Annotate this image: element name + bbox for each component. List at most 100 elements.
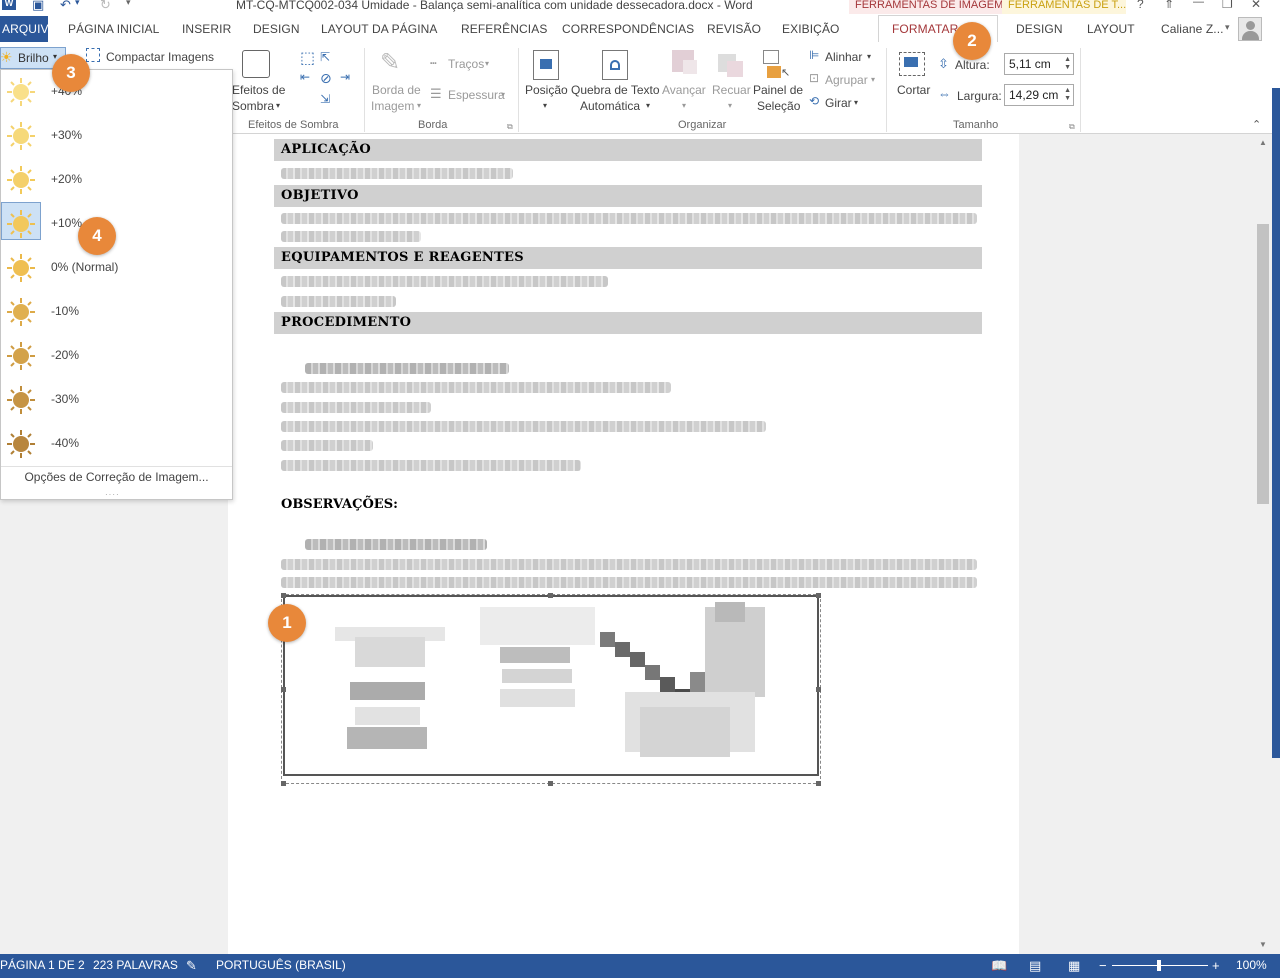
resize-handle[interactable] (548, 781, 553, 786)
redo-icon[interactable]: ↻ (100, 0, 111, 13)
tab-table-design[interactable]: DESIGN (1016, 22, 1063, 36)
wrap-text-icon (602, 50, 628, 80)
group-label-border: Borda (418, 119, 448, 131)
resize-handle[interactable] (816, 593, 821, 598)
selected-picture[interactable] (283, 595, 819, 776)
resize-handle[interactable] (281, 781, 286, 786)
wrap-text-button[interactable]: Quebra de Texto (571, 83, 660, 98)
page-indicator[interactable]: PÁGINA 1 DE 2 (0, 958, 85, 972)
tab-insert[interactable]: INSERIR (182, 22, 231, 36)
redacted-text (281, 382, 671, 393)
brightness-option-minus-20[interactable]: -20% (1, 334, 232, 378)
width-icon: ⇔ (938, 86, 951, 101)
zoom-level[interactable]: 100% (1236, 958, 1267, 972)
shadow-nudge-up-icon[interactable]: ⬚ (300, 48, 315, 68)
customize-toolbar-icon[interactable]: ▾ (126, 0, 131, 8)
scroll-down-icon[interactable]: ▼ (1259, 940, 1267, 949)
undo-dropdown-icon[interactable]: ▾ (75, 0, 80, 8)
resize-handle[interactable] (816, 781, 821, 786)
user-dropdown-icon[interactable]: ▾ (1225, 22, 1230, 33)
help-icon[interactable]: ? (1137, 0, 1144, 11)
word-logo-icon: W (2, 0, 16, 10)
shadow-nudge-down-icon[interactable]: ⇲ (320, 92, 330, 106)
send-backward-button[interactable]: Recuar (712, 83, 751, 98)
tab-table-layout[interactable]: LAYOUT (1087, 22, 1135, 36)
bring-forward-button[interactable]: Avançar (662, 83, 706, 98)
brightness-option-minus-40[interactable]: -40% (1, 422, 232, 466)
zoom-in-icon[interactable]: + (1212, 958, 1220, 973)
minimize-icon[interactable]: — (1193, 0, 1204, 8)
shadow-nudge-right-icon[interactable]: ⇥ (340, 70, 350, 84)
width-spinner-icon[interactable]: ▲ ▼ (1064, 87, 1071, 103)
weight-button[interactable]: Espessura (448, 88, 505, 103)
restore-icon[interactable]: ❐ (1222, 0, 1233, 11)
align-button[interactable]: Alinhar (825, 50, 862, 65)
tab-design[interactable]: DESIGN (253, 22, 300, 36)
dashes-button[interactable]: Traços (448, 57, 484, 72)
collapse-ribbon-icon[interactable]: ⌃ (1252, 118, 1261, 131)
height-spinner-icon[interactable]: ▲ ▼ (1064, 56, 1071, 72)
tab-file[interactable]: ARQUIVO (2, 22, 58, 36)
avatar[interactable] (1238, 17, 1262, 41)
resize-grip-icon[interactable]: ···· (105, 490, 120, 499)
picture-border-button-line2[interactable]: Imagem (371, 99, 414, 114)
close-icon[interactable]: ✕ (1251, 0, 1261, 11)
chevron-down-icon: ▾ (417, 101, 422, 110)
brightness-option-minus-30[interactable]: -30% (1, 378, 232, 422)
position-button[interactable]: Posição (525, 83, 568, 98)
group-button[interactable]: Agrupar (825, 73, 868, 88)
resize-handle[interactable] (548, 593, 553, 598)
word-count[interactable]: 223 PALAVRAS (93, 958, 178, 972)
width-input[interactable]: 14,29 cm ▲ ▼ (1004, 84, 1074, 106)
brightness-option-plus-10[interactable]: +10% (1, 202, 232, 246)
print-layout-icon[interactable]: ▤ (1029, 958, 1041, 974)
callout-4: 4 (78, 217, 116, 255)
redacted-text (281, 402, 431, 413)
zoom-out-icon[interactable]: − (1099, 958, 1107, 973)
brightness-option-minus-10[interactable]: -10% (1, 290, 232, 334)
shadow-nudge-left-icon[interactable]: ⇤ (300, 70, 310, 84)
selection-pane-button-line2[interactable]: Seleção (757, 99, 800, 114)
resize-handle[interactable] (281, 687, 286, 692)
brightness-option-plus-20[interactable]: +20% (1, 158, 232, 202)
dialog-launcher-icon[interactable]: ⧉ (507, 122, 513, 132)
shadow-effects-button[interactable]: Efeitos de (232, 83, 285, 98)
tab-review[interactable]: REVISÃO (707, 22, 761, 36)
sun-icon (5, 296, 37, 328)
crop-button[interactable]: Cortar (897, 83, 930, 98)
ribbon-display-icon[interactable]: ⇑ (1164, 0, 1174, 11)
resize-handle[interactable] (816, 687, 821, 692)
brightness-option-plus-30[interactable]: +30% (1, 114, 232, 158)
brightness-option-plus-40[interactable]: +40% (1, 70, 232, 114)
selection-pane-button[interactable]: Painel de (753, 83, 803, 98)
read-mode-icon[interactable]: 📖 (991, 958, 1007, 974)
width-label: Largura: (957, 89, 1002, 103)
web-layout-icon[interactable]: ▦ (1068, 958, 1080, 974)
scroll-up-icon[interactable]: ▲ (1259, 138, 1267, 147)
picture-border-button[interactable]: Borda de (372, 83, 421, 98)
undo-icon[interactable]: ↶ (60, 0, 71, 13)
shadow-arrows-up-icon[interactable]: ⇱ (320, 50, 330, 64)
wrap-text-button-line2[interactable]: Automática (580, 99, 640, 114)
tab-format[interactable]: FORMATAR (892, 22, 958, 36)
section-heading-equipamentos: EQUIPAMENTOS E REAGENTES (274, 247, 982, 269)
dialog-launcher-icon[interactable]: ⧉ (1069, 122, 1075, 132)
tab-view[interactable]: EXIBIÇÃO (782, 22, 839, 36)
tab-mailings[interactable]: CORRESPONDÊNCIAS (562, 22, 694, 36)
language-indicator[interactable]: PORTUGUÊS (BRASIL) (216, 958, 346, 972)
proofing-icon[interactable]: ✎ (186, 958, 197, 974)
tab-page-layout[interactable]: LAYOUT DA PÁGINA (321, 22, 438, 36)
height-input[interactable]: 5,11 cm ▲ ▼ (1004, 53, 1074, 75)
shadow-toggle-icon[interactable]: ⊘ (320, 70, 332, 87)
tab-home[interactable]: PÁGINA INICIAL (68, 22, 159, 36)
tab-references[interactable]: REFERÊNCIAS (461, 22, 547, 36)
picture-correction-options-link[interactable]: Opções de Correção de Imagem... (1, 470, 232, 484)
rotate-button[interactable]: Girar (825, 96, 852, 111)
brightness-option-normal[interactable]: 0% (Normal) (1, 246, 232, 290)
shadow-effects-button-line2[interactable]: Sombra (232, 99, 274, 114)
resize-handle[interactable] (281, 593, 286, 598)
zoom-slider-thumb[interactable] (1157, 960, 1161, 971)
user-name[interactable]: Caliane Z... (1161, 22, 1224, 36)
save-icon[interactable]: ▣ (32, 0, 44, 13)
scrollbar-thumb[interactable] (1257, 224, 1269, 504)
